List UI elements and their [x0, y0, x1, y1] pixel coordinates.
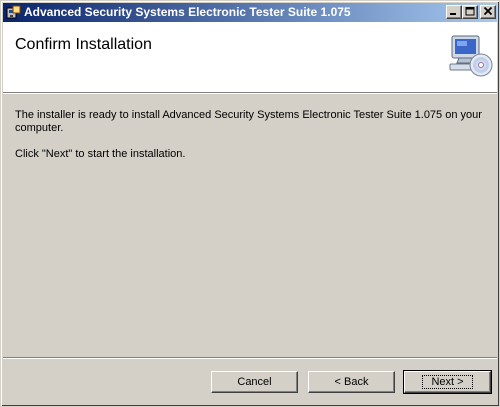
instruction-text: Click "Next" to start the installation. — [15, 148, 186, 160]
window-title: Advanced Security Systems Electronic Tes… — [24, 5, 351, 19]
computer-cd-icon — [447, 34, 493, 80]
maximize-button[interactable] — [462, 5, 478, 19]
page-title: Confirm Installation — [15, 36, 152, 53]
installer-window: Advanced Security Systems Electronic Tes… — [0, 0, 500, 407]
close-button[interactable] — [480, 5, 496, 19]
close-icon — [483, 7, 493, 16]
back-button-label: < Back — [334, 376, 369, 388]
footer-divider — [3, 357, 497, 359]
install-message-line2: computer. — [15, 122, 64, 134]
title-bar[interactable]: Advanced Security Systems Electronic Tes… — [3, 3, 497, 22]
install-message-line1: The installer is ready to install Advanc… — [15, 109, 482, 121]
installer-app-icon[interactable] — [6, 5, 21, 20]
header-divider — [3, 92, 497, 94]
maximize-icon — [465, 7, 475, 16]
minimize-icon — [450, 13, 456, 15]
cancel-button-label: Cancel — [237, 376, 272, 388]
minimize-button[interactable] — [446, 5, 462, 19]
next-button[interactable]: Next > — [403, 370, 492, 394]
next-button-label: Next > — [422, 375, 473, 389]
header-banner: Confirm Installation — [3, 22, 497, 92]
back-button[interactable]: < Back — [308, 371, 395, 393]
cancel-button[interactable]: Cancel — [211, 371, 298, 393]
